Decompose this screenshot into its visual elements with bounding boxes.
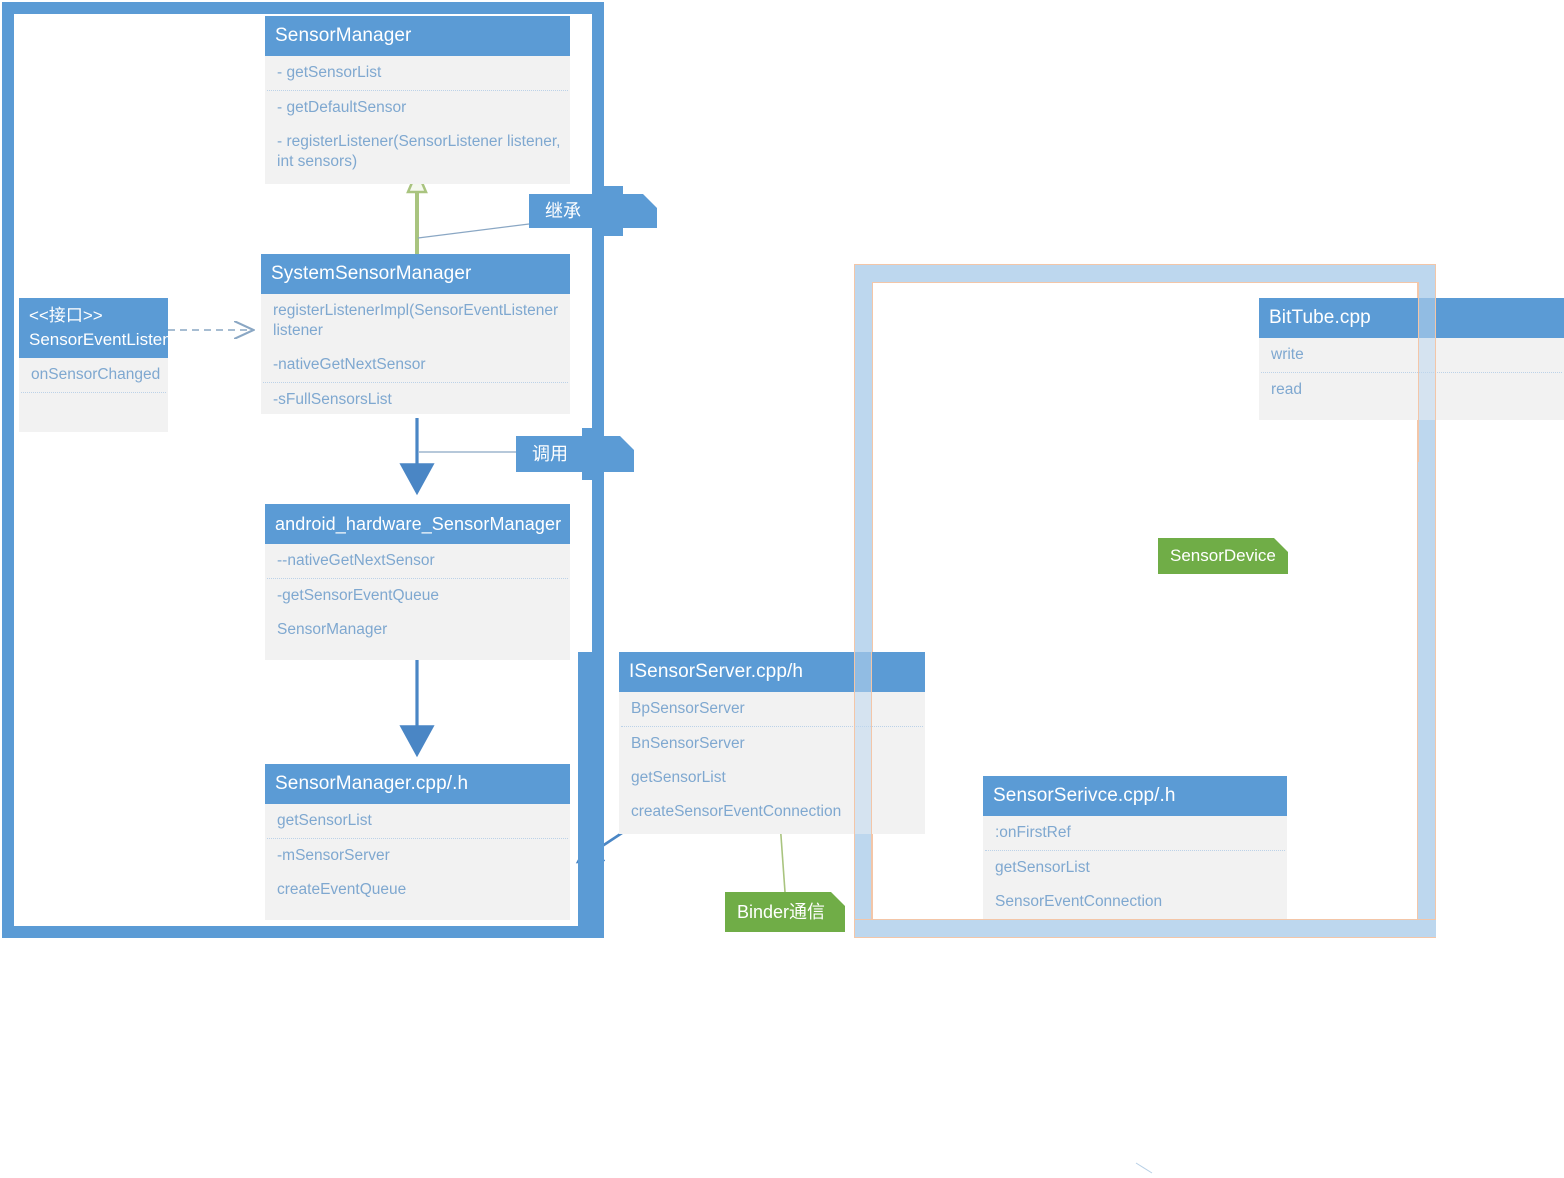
class-members-sensoreventlistener: onSensorChanged xyxy=(19,358,168,393)
callout-sensordevice[interactable]: SensorDevice xyxy=(1158,538,1288,574)
member-row: - registerListener(SensorListener listen… xyxy=(277,133,561,170)
class-members-sensorservice: :onFirstRef getSensorList SensorEventCon… xyxy=(983,816,1287,919)
member-row: read xyxy=(1271,381,1303,398)
callout-inherit[interactable]: 继承 xyxy=(529,186,657,236)
blue-frame-right-edge xyxy=(578,652,604,938)
callout-fold-icon xyxy=(643,194,657,208)
class-title-sensorservice: SensorSerivce.cpp/.h xyxy=(983,776,1287,816)
member-separator xyxy=(21,392,166,393)
frame-band-overlap-right xyxy=(1418,282,1436,462)
member-row: getSensorList xyxy=(631,769,726,786)
callout-fold-icon xyxy=(620,436,634,450)
class-members-systemsensormanager: registerListenerImpl(SensorEventListener… xyxy=(261,294,570,414)
callout-sensordevice-body: SensorDevice xyxy=(1158,538,1288,574)
callout-inherit-body: 继承 xyxy=(529,194,657,228)
member-row: -nativeGetNextSensor xyxy=(273,356,426,373)
callout-fold-icon xyxy=(831,892,845,906)
member-row: createEventQueue xyxy=(277,881,407,898)
member-row: onSensorChanged xyxy=(31,366,161,383)
diagram-canvas: SensorManager - getSensorList - getDefau… xyxy=(0,0,1564,1178)
member-row: BnSensorServer xyxy=(631,735,745,752)
class-members-isensorserver: BpSensorServer BnSensorServer getSensorL… xyxy=(619,692,925,829)
frame-edge-bottom-outer xyxy=(854,937,1436,938)
frame-band-bottom xyxy=(872,920,1436,938)
frame-edge-inner-right xyxy=(1418,282,1419,462)
class-title-sensoreventlistener: SensorEventListener xyxy=(29,330,168,349)
member-row: - getSensorList xyxy=(277,64,382,81)
member-row: - getDefaultSensor xyxy=(277,99,407,116)
callout-nub-top xyxy=(582,428,604,436)
class-box-bittube[interactable]: BitTube.cpp write read xyxy=(1259,298,1564,420)
member-row: getSensorList xyxy=(277,812,372,829)
frame-edge-outer xyxy=(854,652,855,920)
class-title-systemsensormanager: SystemSensorManager xyxy=(261,254,570,294)
member-row: BpSensorServer xyxy=(631,700,745,717)
callout-invoke-body: 调用 xyxy=(516,436,634,472)
frame-edge-outer-right xyxy=(1435,282,1436,462)
class-title-android-hardware-sensormanager: android_hardware_SensorManager xyxy=(265,504,570,544)
stereotype-label: <<接口>> xyxy=(29,306,103,325)
callout-nub-bottom xyxy=(601,228,623,236)
class-box-sensormanager-cpp[interactable]: SensorManager.cpp/.h getSensorList -mSen… xyxy=(265,764,570,920)
class-box-sensoreventlistener[interactable]: <<接口>> SensorEventListener onSensorChang… xyxy=(19,298,168,432)
callout-inherit-label: 继承 xyxy=(545,201,581,221)
member-row: SensorManager xyxy=(277,621,388,638)
class-box-systemsensormanager[interactable]: SystemSensorManager registerListenerImpl… xyxy=(261,254,570,414)
class-title-sensormanager-cpp: SensorManager.cpp/.h xyxy=(265,764,570,804)
callout-fold-icon xyxy=(1274,538,1288,552)
frame-edge-bottom-inner xyxy=(854,919,1436,920)
callout-nub-top xyxy=(601,186,623,194)
callout-invoke-label: 调用 xyxy=(532,444,568,464)
callout-binder-body: Binder通信 xyxy=(725,892,845,932)
member-row: -sFullSensorsList xyxy=(273,391,392,408)
member-row: SensorEventConnection xyxy=(995,893,1163,910)
member-row: write xyxy=(1271,346,1304,363)
callout-nub-bottom xyxy=(582,472,604,480)
member-row: registerListenerImpl(SensorEventListener… xyxy=(273,302,559,339)
frame-band-overlap-left xyxy=(854,652,872,920)
member-row: --nativeGetNextSensor xyxy=(277,552,435,569)
class-members-sensormanager: - getSensorList - getDefaultSensor - reg… xyxy=(265,56,570,179)
class-title-bittube: BitTube.cpp xyxy=(1259,298,1564,338)
class-members-bittube: write read xyxy=(1259,338,1564,407)
class-header-sensoreventlistener: <<接口>> SensorEventListener xyxy=(19,298,168,358)
callout-sensordevice-label: SensorDevice xyxy=(1170,546,1276,565)
member-row: getSensorList xyxy=(995,859,1090,876)
member-row: -mSensorServer xyxy=(277,847,390,864)
class-box-sensorservice[interactable]: SensorSerivce.cpp/.h :onFirstRef getSens… xyxy=(983,776,1287,920)
member-row: -getSensorEventQueue xyxy=(277,587,439,604)
callout-binder-label: Binder通信 xyxy=(737,902,826,922)
class-box-android-hardware-sensormanager[interactable]: android_hardware_SensorManager --nativeG… xyxy=(265,504,570,660)
class-box-sensormanager[interactable]: SensorManager - getSensorList - getDefau… xyxy=(265,16,570,184)
class-box-isensorserver[interactable]: ISensorServer.cpp/h BpSensorServer BnSen… xyxy=(619,652,925,834)
class-title-isensorserver: ISensorServer.cpp/h xyxy=(619,652,925,692)
callout-binder[interactable]: Binder通信 xyxy=(725,892,845,932)
stray-mark xyxy=(1135,1162,1153,1174)
member-row: :onFirstRef xyxy=(995,824,1071,841)
class-title-sensormanager: SensorManager xyxy=(265,16,570,56)
frame-edge-inner xyxy=(871,652,872,920)
callout-invoke[interactable]: 调用 xyxy=(516,428,634,480)
member-row: createSensorEventConnection xyxy=(631,803,842,820)
class-members-android-hardware-sensormanager: --nativeGetNextSensor -getSensorEventQue… xyxy=(265,544,570,647)
class-members-sensormanager-cpp: getSensorList -mSensorServer createEvent… xyxy=(265,804,570,907)
